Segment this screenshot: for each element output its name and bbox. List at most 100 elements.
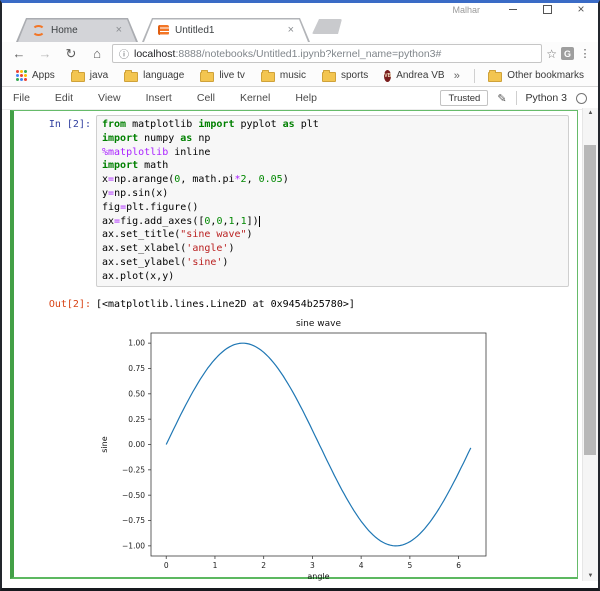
home-icon[interactable]: ⌂ <box>86 46 108 61</box>
page-scrollbar[interactable]: ▲ ▼ <box>582 108 598 581</box>
y-axis-label: sine <box>100 436 109 452</box>
close-button[interactable]: × <box>564 3 598 16</box>
code-line: ax.plot(x,y) <box>102 270 563 284</box>
minimize-button[interactable] <box>496 3 530 16</box>
folder-icon <box>200 72 214 82</box>
tab-label: Untitled1 <box>175 25 282 36</box>
bookmark-folder-sports[interactable]: sports <box>316 70 374 82</box>
cell-input-row: In [2]: from matplotlib import pyplot as… <box>14 115 577 287</box>
chrome-menu-icon[interactable]: ⋮ <box>578 47 592 60</box>
x-tick-label: 6 <box>456 561 461 570</box>
code-line: from matplotlib import pyplot as plt <box>102 118 563 132</box>
bookmark-folder-language[interactable]: language <box>118 70 190 82</box>
menu-kernel[interactable]: Kernel <box>240 92 270 104</box>
kernel-status-icon <box>576 93 587 104</box>
output-prompt: Out[2]: <box>14 295 96 310</box>
x-tick-label: 3 <box>310 561 315 570</box>
menu-help[interactable]: Help <box>295 92 317 104</box>
text-cursor <box>259 216 260 227</box>
y-tick-label: −0.25 <box>122 465 145 474</box>
url-text: localhost:8888/notebooks/Untitled1.ipynb… <box>134 48 441 60</box>
other-bookmarks-folder[interactable]: Other bookmarks <box>482 70 590 82</box>
maximize-button[interactable] <box>530 3 564 16</box>
extension-badge[interactable]: G <box>561 47 574 60</box>
x-tick-label: 2 <box>261 561 266 570</box>
address-bar[interactable]: ⓘ localhost:8888/notebooks/Untitled1.ipy… <box>112 44 542 63</box>
code-line: ax.set_title("sine wave") <box>102 228 563 242</box>
cell-output-row: Out[2]: [<matplotlib.lines.Line2D at 0x9… <box>14 295 577 310</box>
apps-grid-icon <box>16 70 27 81</box>
folder-icon <box>488 72 502 82</box>
page-info-icon[interactable]: ⓘ <box>119 46 129 61</box>
menubar-separator <box>516 91 517 105</box>
bookmark-star-icon[interactable]: ☆ <box>546 47 557 61</box>
kernel-name: Python 3 <box>526 92 567 104</box>
code-line: %matplotlib inline <box>102 146 563 160</box>
back-icon[interactable]: ← <box>8 46 30 61</box>
jupyter-logo-icon <box>32 25 45 36</box>
apps-shortcut[interactable]: Apps <box>10 70 61 81</box>
y-tick-label: −0.75 <box>122 516 145 525</box>
y-tick-label: 0.00 <box>128 440 145 449</box>
y-tick-label: −1.00 <box>122 541 145 550</box>
notebook-cell[interactable]: In [2]: from matplotlib import pyplot as… <box>10 110 578 579</box>
maximize-icon <box>543 5 552 14</box>
reload-icon[interactable]: ↻ <box>60 46 82 62</box>
jupyter-menubar: File Edit View Insert Cell Kernel Help Trusted… <box>2 87 598 110</box>
output-repr-text: [<matplotlib.lines.Line2D at 0x9454b2578… <box>96 295 577 310</box>
title-bar: Malhar × <box>2 3 598 16</box>
code-line: ax.set_xlabel('angle') <box>102 242 563 256</box>
bookmark-folder-live-tv[interactable]: live tv <box>194 70 251 82</box>
scrollbar-thumb[interactable] <box>584 145 596 455</box>
menu-file[interactable]: File <box>13 92 30 104</box>
input-prompt: In [2]: <box>14 115 96 287</box>
tab-untitled1[interactable]: Untitled1 × <box>142 18 310 42</box>
bookmark-folder-java[interactable]: java <box>65 70 114 82</box>
tab-label: Home <box>51 25 110 36</box>
vb-site-icon: VB <box>384 70 391 82</box>
x-tick-label: 4 <box>359 561 364 570</box>
folder-icon <box>71 72 85 82</box>
chrome-profile-button[interactable]: Malhar <box>452 5 480 15</box>
menu-view[interactable]: View <box>98 92 121 104</box>
code-line: y=np.sin(x) <box>102 187 563 201</box>
code-line: fig=plt.figure() <box>102 201 563 215</box>
scroll-down-icon[interactable]: ▼ <box>583 573 598 579</box>
code-editor[interactable]: from matplotlib import pyplot as pltimpo… <box>96 115 569 287</box>
x-tick-label: 0 <box>164 561 169 570</box>
x-tick-label: 1 <box>213 561 218 570</box>
edit-mode-pencil-icon: ✎ <box>497 92 506 105</box>
code-line: ax.set_ylabel('sine') <box>102 256 563 270</box>
menu-edit[interactable]: Edit <box>55 92 73 104</box>
bookmarks-bar: Apps java language live tv music sports VB A… <box>2 65 598 87</box>
notebook-icon <box>158 25 169 35</box>
figure-output: sine wave01234561.000.750.500.250.00−0.2… <box>96 314 577 589</box>
y-tick-label: 0.25 <box>128 414 145 423</box>
forward-icon[interactable]: → <box>34 46 56 61</box>
scroll-up-icon[interactable]: ▲ <box>583 110 598 116</box>
tab-home[interactable]: Home × <box>16 18 138 42</box>
new-tab-button[interactable] <box>312 19 342 34</box>
bookmarks-overflow-chevron[interactable]: » <box>448 70 466 82</box>
sine-plot-svg: sine wave01234561.000.750.500.250.00−0.2… <box>96 314 496 584</box>
y-tick-label: 1.00 <box>128 338 145 347</box>
folder-icon <box>322 72 336 82</box>
bookmark-folder-music[interactable]: music <box>255 70 312 82</box>
code-line: import numpy as np <box>102 132 563 146</box>
folder-icon <box>261 72 275 82</box>
tab-close-icon[interactable]: × <box>288 25 294 35</box>
y-tick-label: −0.50 <box>122 490 145 499</box>
tab-close-icon[interactable]: × <box>116 25 122 35</box>
bookmark-andrea-vb[interactable]: VB Andrea VB Programm <box>378 70 443 82</box>
browser-window: Malhar × Home × Untitled1 × ← → <box>0 0 600 591</box>
menu-cell[interactable]: Cell <box>197 92 215 104</box>
code-line: import math <box>102 159 563 173</box>
minimize-icon <box>509 9 517 10</box>
folder-icon <box>124 72 138 82</box>
menu-insert[interactable]: Insert <box>146 92 172 104</box>
code-line: ax=fig.add_axes([0,0,1,1]) <box>102 215 563 229</box>
y-tick-label: 0.50 <box>128 389 145 398</box>
trusted-button[interactable]: Trusted <box>440 90 488 106</box>
tab-strip: Home × Untitled1 × <box>2 16 598 42</box>
x-axis-label: angle <box>307 572 329 581</box>
